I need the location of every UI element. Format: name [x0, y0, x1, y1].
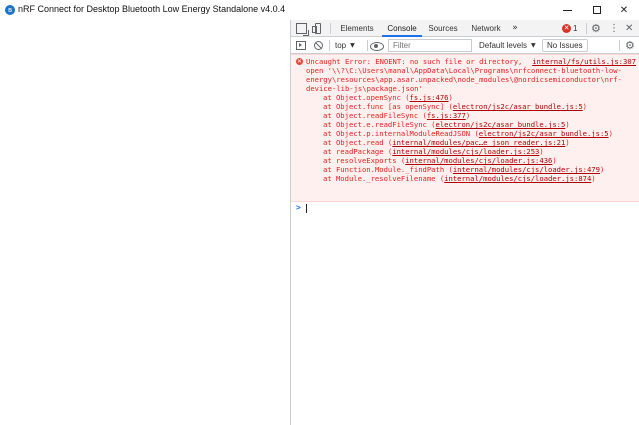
maximize-button[interactable]	[582, 0, 612, 20]
show-sidebar-icon[interactable]	[296, 41, 306, 50]
app-content-area	[0, 20, 290, 425]
prompt-chevron-icon: >	[296, 203, 301, 212]
stack-frame-source-link[interactable]: fs.js:377	[427, 111, 466, 120]
minimize-icon	[562, 9, 572, 11]
stack-frame: at readPackage (internal/modules/cjs/loa…	[323, 147, 544, 156]
error-count-badge[interactable]: ✕ 1	[562, 23, 577, 34]
stack-frame: at resolveExports (internal/modules/cjs/…	[323, 156, 557, 165]
stack-frame-function: at Function.Module._findPath (	[323, 165, 453, 174]
stack-frame-function: at Object.e.readFileSync (	[323, 120, 436, 129]
stack-frame-source-link[interactable]: electron/js2c/asar_bundle.js:5	[479, 129, 609, 138]
console-prompt[interactable]: >	[291, 202, 639, 214]
log-levels-dropdown[interactable]: Default levels ▼	[479, 37, 536, 54]
context-label: top	[335, 41, 347, 50]
maximize-icon	[593, 6, 601, 14]
window-title-bar: ʙ nRF Connect for Desktop Bluetooth Low …	[0, 0, 639, 20]
clear-console-icon[interactable]	[314, 41, 323, 50]
error-message-line: Uncaught Error: ENOENT: no such file or …	[306, 57, 527, 66]
stack-frame-close-paren: )	[565, 138, 570, 147]
stack-frame-function: at Object.read (	[323, 138, 393, 147]
stack-frame-function: at Object.func [as openSync] (	[323, 102, 453, 111]
inspect-element-icon[interactable]	[296, 23, 309, 36]
stack-frame-close-paren: )	[582, 102, 587, 111]
devtools-panel: Elements Console Sources Network » ✕ 1 ⚙…	[290, 20, 639, 425]
stack-frame: at Object.e.readFileSync (electron/js2c/…	[323, 120, 570, 129]
stack-frame-source-link[interactable]: electron/js2c/asar_bundle.js:5	[453, 102, 583, 111]
stack-frame-source-link[interactable]: electron/js2c/asar_bundle.js:5	[436, 120, 566, 129]
text-cursor	[306, 204, 307, 213]
error-count: 1	[573, 24, 578, 33]
settings-gear-icon[interactable]: ⚙	[591, 21, 601, 36]
stack-frame-source-link[interactable]: internal/modules/cjs/loader.js:479	[453, 165, 600, 174]
context-selector[interactable]: top ▼	[335, 37, 355, 54]
stack-frame-function: at Object.openSync (	[323, 93, 410, 102]
error-source-link[interactable]: internal/fs/utils.js:307	[532, 57, 636, 66]
devtools-tab-bar: Elements Console Sources Network » ✕ 1 ⚙…	[291, 20, 639, 37]
error-icon: ✕	[562, 24, 571, 33]
dropdown-caret-icon: ▼	[531, 42, 536, 49]
divider	[619, 40, 620, 51]
stack-frame-close-paren: )	[565, 120, 570, 129]
stack-frame-close-paren: )	[448, 93, 453, 102]
stack-frame: at Object.readFileSync (fs.js:377)	[323, 111, 470, 120]
minimize-button[interactable]	[552, 0, 582, 20]
error-message-line: device-lib-js\package.json'	[306, 84, 423, 93]
divider	[367, 40, 368, 51]
stack-frame-close-paren: )	[552, 156, 557, 165]
stack-frame: at Object.openSync (fs.js:476)	[323, 93, 453, 102]
stack-frame-close-paren: )	[465, 111, 471, 120]
console-toolbar: top ▼ Default levels ▼ No Issues ⚙	[291, 37, 639, 54]
stack-frame-source-link[interactable]: internal/modules/cjs/loader.js:874	[444, 174, 591, 183]
close-window-button[interactable]: ✕	[609, 0, 639, 20]
console-error-message: ✕ Uncaught Error: ENOENT: no such file o…	[291, 54, 639, 202]
close-icon: ✕	[619, 4, 629, 16]
tab-elements[interactable]: Elements	[337, 20, 377, 37]
console-settings-gear-icon[interactable]: ⚙	[625, 38, 635, 53]
divider	[586, 23, 587, 34]
error-message-line: open '\\?\C:\Users\manal\AppData\Local\P…	[306, 66, 622, 75]
stack-frame: at Module._resolveFilename (internal/mod…	[323, 174, 596, 183]
window-title: nRF Connect for Desktop Bluetooth Low En…	[18, 4, 286, 14]
stack-frame-source-link[interactable]: internal/modules/pac…e_json_reader.js:21	[392, 138, 565, 147]
more-options-icon[interactable]: ⋮	[609, 21, 619, 36]
stack-frame-close-paren: )	[539, 147, 544, 156]
stack-frame-close-paren: )	[591, 174, 596, 183]
stack-frame-function: at Object.p.internalModuleReadJSON (	[323, 129, 479, 138]
stack-frame: at Object.func [as openSync] (electron/j…	[323, 102, 587, 111]
stack-frame-function: at readPackage (	[323, 147, 393, 156]
stack-frame: at Function.Module._findPath (internal/m…	[323, 165, 604, 174]
tab-console[interactable]: Console	[382, 20, 422, 37]
stack-frame-function: at resolveExports (	[323, 156, 406, 165]
filter-input[interactable]	[388, 39, 472, 52]
close-devtools-icon[interactable]: ✕	[625, 21, 633, 36]
stack-frame: at Object.read (internal/modules/pac…e_j…	[323, 138, 570, 147]
bluetooth-icon: ʙ	[5, 5, 15, 15]
divider	[329, 40, 330, 51]
tab-network[interactable]: Network	[468, 20, 504, 37]
live-expression-eye-icon[interactable]	[370, 40, 384, 51]
divider	[330, 23, 331, 34]
stack-frame-close-paren: )	[599, 165, 605, 174]
tab-sources[interactable]: Sources	[425, 20, 461, 37]
stack-frame-source-link[interactable]: fs.js:476	[410, 93, 449, 102]
stack-frame-source-link[interactable]: internal/modules/cjs/loader.js:436	[405, 156, 552, 165]
stack-frame: at Object.p.internalModuleReadJSON (elec…	[323, 129, 613, 138]
issues-button[interactable]: No Issues	[542, 39, 588, 52]
dropdown-caret-icon: ▼	[350, 42, 355, 49]
stack-frame-function: at Module._resolveFilename (	[323, 174, 445, 183]
error-message-line: energy\resources\app.asar.unpacked\node_…	[306, 75, 622, 84]
device-toolbar-icon[interactable]	[312, 23, 323, 34]
stack-frame-source-link[interactable]: internal/modules/cjs/loader.js:253	[392, 147, 539, 156]
stack-frame-close-paren: )	[608, 129, 613, 138]
stack-frame-function: at Object.readFileSync (	[323, 111, 427, 120]
log-levels-label: Default levels	[479, 41, 528, 50]
more-tabs-chevron-icon[interactable]: »	[510, 20, 520, 37]
error-icon: ✕	[296, 58, 303, 65]
